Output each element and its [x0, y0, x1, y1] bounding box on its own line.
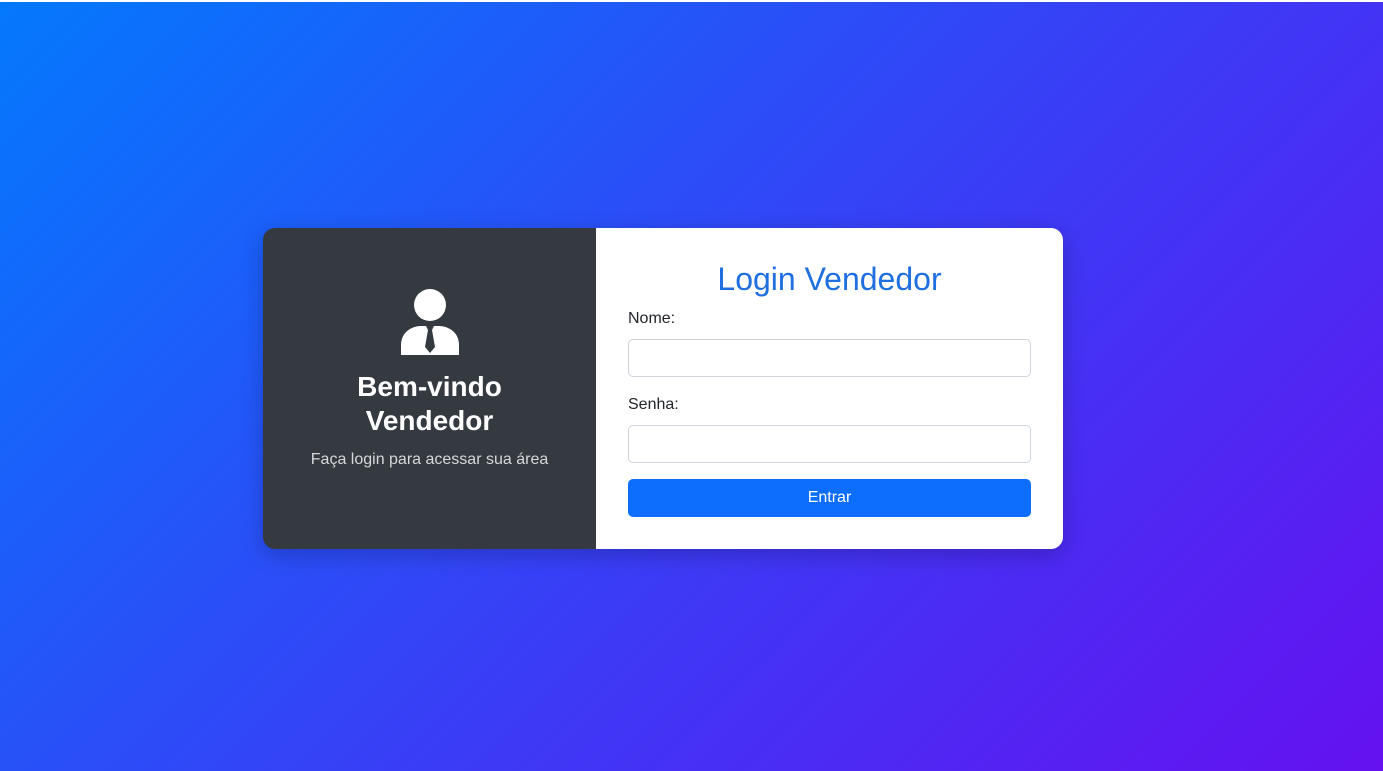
- user-tie-icon: [400, 289, 459, 355]
- password-label: Senha:: [628, 396, 679, 413]
- login-submit-button[interactable]: Entrar: [628, 479, 1031, 517]
- welcome-title: Bem-vindo Vendedor: [357, 371, 502, 436]
- welcome-subtitle: Faça login para acessar sua área: [310, 451, 549, 468]
- form-title: Login Vendedor: [717, 261, 942, 297]
- welcome-panel: Bem-vindo Vendedor Faça login para acess…: [263, 228, 596, 549]
- name-label: Nome:: [628, 310, 676, 327]
- login-card: Bem-vindo Vendedor Faça login para acess…: [263, 228, 1063, 549]
- login-form-panel: Login Vendedor Nome: Senha: Entrar: [596, 228, 1063, 549]
- password-input[interactable]: [628, 425, 1031, 463]
- top-border: [0, 0, 1383, 2]
- name-input[interactable]: [628, 339, 1031, 377]
